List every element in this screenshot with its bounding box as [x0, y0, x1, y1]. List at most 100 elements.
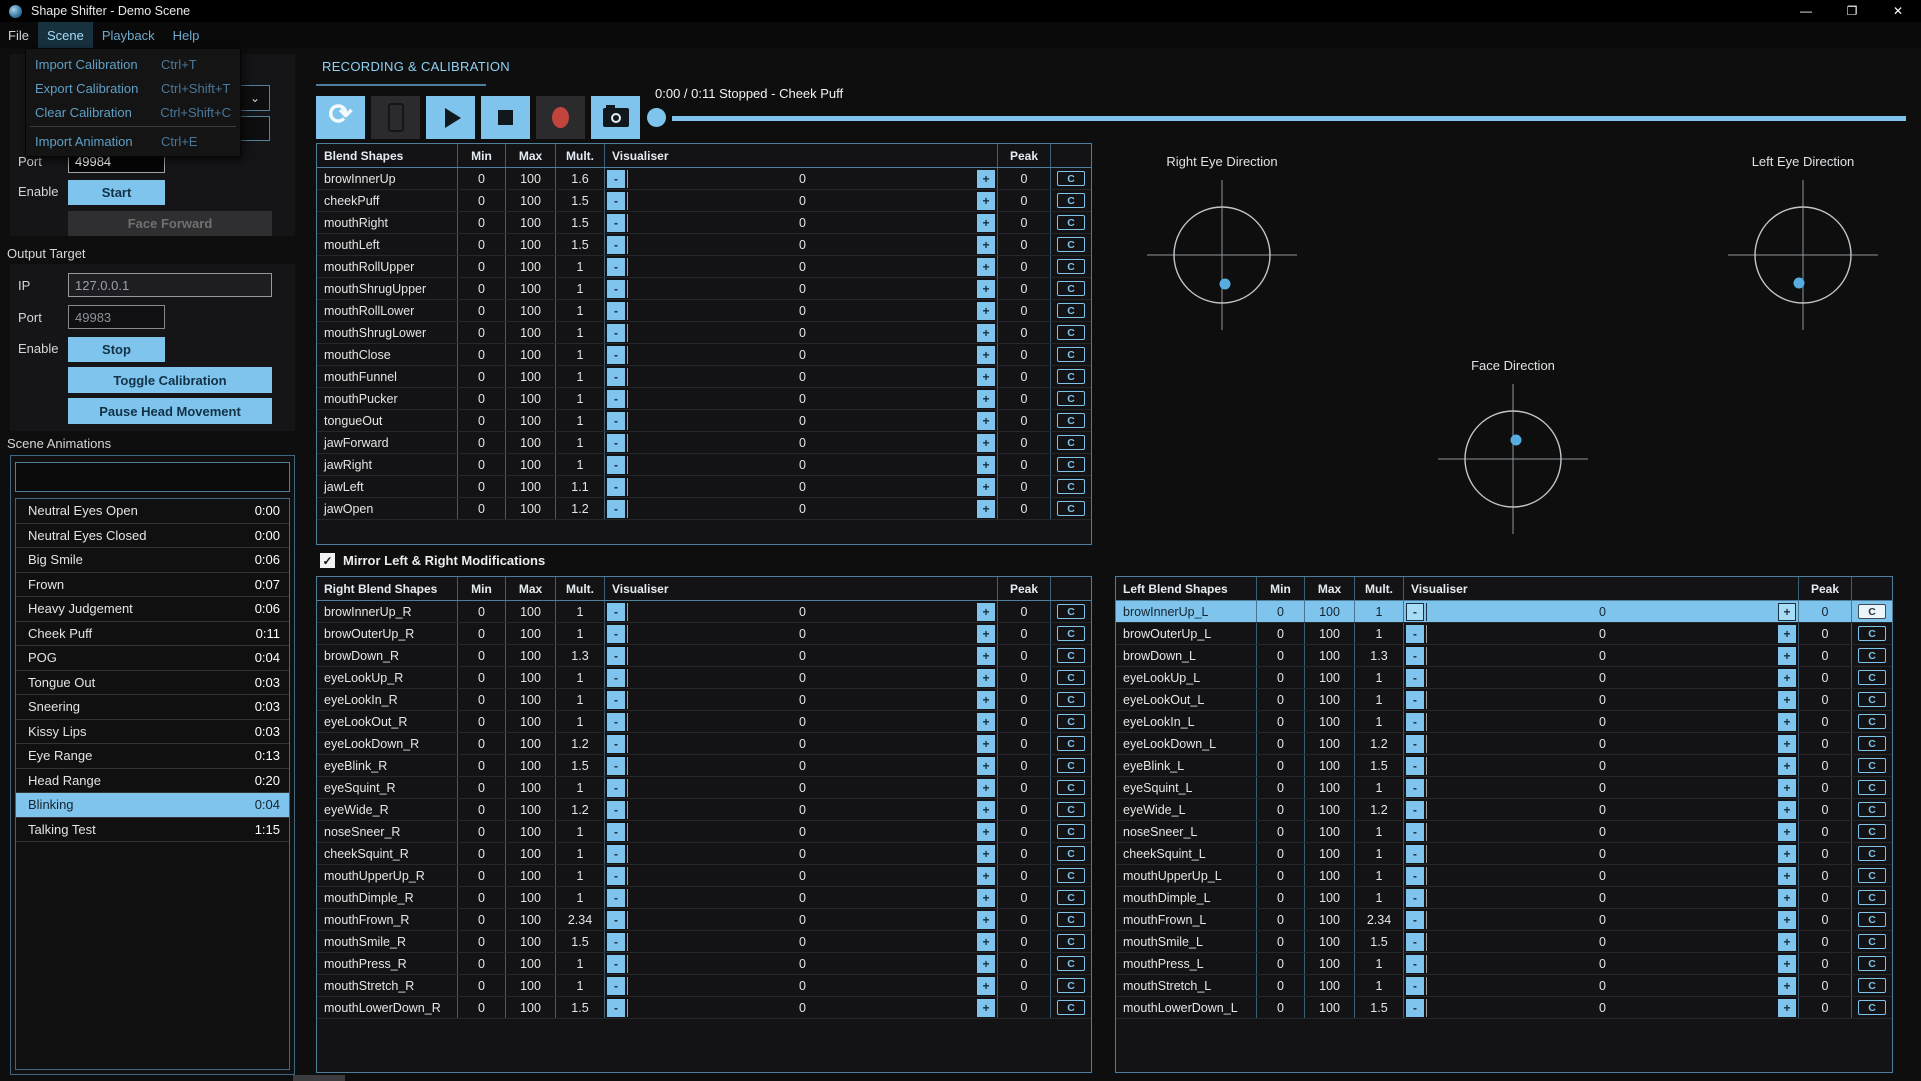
calibrate-button[interactable]: C [1057, 171, 1085, 186]
increase-button[interactable]: + [977, 735, 995, 753]
table-row[interactable]: eyeSquint_L01001-0+0C [1116, 777, 1892, 799]
increase-button[interactable]: + [1778, 713, 1796, 731]
increase-button[interactable]: + [977, 236, 995, 254]
increase-button[interactable]: + [1778, 647, 1796, 665]
increase-button[interactable]: + [1778, 691, 1796, 709]
decrease-button[interactable]: - [607, 889, 625, 907]
table-row[interactable]: mouthUpperUp_R01001-0+0C [317, 865, 1091, 887]
increase-button[interactable]: + [977, 625, 995, 643]
increase-button[interactable]: + [1778, 625, 1796, 643]
calibrate-button[interactable]: C [1057, 714, 1085, 729]
phone-button[interactable] [371, 96, 420, 139]
menu-item-import-animation[interactable]: Import AnimationCtrl+E [26, 129, 240, 153]
calibrate-button[interactable]: C [1858, 670, 1886, 685]
table-row[interactable]: cheekSquint_R01001-0+0C [317, 843, 1091, 865]
calibrate-button[interactable]: C [1057, 824, 1085, 839]
decrease-button[interactable]: - [607, 456, 625, 474]
table-row[interactable]: mouthRollLower01001-0+0C [317, 300, 1091, 322]
calibrate-button[interactable]: C [1057, 978, 1085, 993]
calibrate-button[interactable]: C [1057, 413, 1085, 428]
decrease-button[interactable]: - [1406, 889, 1424, 907]
decrease-button[interactable]: - [1406, 823, 1424, 841]
table-row[interactable]: mouthFrown_L01002.34-0+0C [1116, 909, 1892, 931]
increase-button[interactable]: + [977, 933, 995, 951]
record-button[interactable] [536, 96, 585, 139]
table-row[interactable]: browInnerUp_L01001-0+0C [1116, 601, 1892, 623]
increase-button[interactable]: + [977, 911, 995, 929]
decrease-button[interactable]: - [607, 412, 625, 430]
table-row[interactable]: mouthLowerDown_R01001.5-0+0C [317, 997, 1091, 1019]
table-row[interactable]: mouthRight01001.5-0+0C [317, 212, 1091, 234]
table-row[interactable]: jawLeft01001.1-0+0C [317, 476, 1091, 498]
table-row[interactable]: mouthStretch_R01001-0+0C [317, 975, 1091, 997]
table-row[interactable]: mouthUpperUp_L01001-0+0C [1116, 865, 1892, 887]
calibrate-button[interactable]: C [1057, 956, 1085, 971]
animation-list-item[interactable]: POG0:04 [16, 646, 289, 671]
calibrate-button[interactable]: C [1858, 824, 1886, 839]
decrease-button[interactable]: - [607, 801, 625, 819]
table-row[interactable]: eyeBlink_R01001.5-0+0C [317, 755, 1091, 777]
increase-button[interactable]: + [977, 845, 995, 863]
mirror-checkbox[interactable]: ✓ [320, 553, 335, 568]
calibrate-button[interactable]: C [1858, 912, 1886, 927]
animation-list-item[interactable]: Blinking0:04 [16, 793, 289, 818]
calibrate-button[interactable]: C [1858, 758, 1886, 773]
decrease-button[interactable]: - [607, 500, 625, 518]
calibrate-button[interactable]: C [1057, 692, 1085, 707]
menu-file[interactable]: File [0, 22, 38, 48]
decrease-button[interactable]: - [607, 434, 625, 452]
stop-button[interactable] [481, 96, 530, 139]
decrease-button[interactable]: - [607, 757, 625, 775]
animation-list-item[interactable]: Heavy Judgement0:06 [16, 597, 289, 622]
increase-button[interactable]: + [977, 434, 995, 452]
increase-button[interactable]: + [977, 889, 995, 907]
table-row[interactable]: eyeLookIn_L01001-0+0C [1116, 711, 1892, 733]
increase-button[interactable]: + [1778, 757, 1796, 775]
calibrate-button[interactable]: C [1057, 934, 1085, 949]
calibrate-button[interactable]: C [1057, 604, 1085, 619]
refresh-button[interactable]: ⟳ [316, 96, 365, 139]
table-row[interactable]: tongueOut01001-0+0C [317, 410, 1091, 432]
calibrate-button[interactable]: C [1057, 1000, 1085, 1015]
calibrate-button[interactable]: C [1858, 692, 1886, 707]
animation-list-item[interactable]: Frown0:07 [16, 573, 289, 598]
decrease-button[interactable]: - [607, 324, 625, 342]
decrease-button[interactable]: - [607, 823, 625, 841]
menu-playback[interactable]: Playback [93, 22, 164, 48]
calibrate-button[interactable]: C [1057, 237, 1085, 252]
decrease-button[interactable]: - [1406, 691, 1424, 709]
table-row[interactable]: mouthDimple_R01001-0+0C [317, 887, 1091, 909]
calibrate-button[interactable]: C [1057, 435, 1085, 450]
increase-button[interactable]: + [977, 999, 995, 1017]
restore-button[interactable]: ❐ [1829, 0, 1875, 22]
animation-list-item[interactable]: Big Smile0:06 [16, 548, 289, 573]
calibrate-button[interactable]: C [1858, 978, 1886, 993]
table-row[interactable]: jawRight01001-0+0C [317, 454, 1091, 476]
decrease-button[interactable]: - [607, 346, 625, 364]
menu-scene[interactable]: Scene [38, 22, 93, 48]
decrease-button[interactable]: - [1406, 757, 1424, 775]
increase-button[interactable]: + [977, 456, 995, 474]
table-row[interactable]: eyeBlink_L01001.5-0+0C [1116, 755, 1892, 777]
decrease-button[interactable]: - [1406, 911, 1424, 929]
animation-list-item[interactable]: Neutral Eyes Open0:00 [16, 499, 289, 524]
calibrate-button[interactable]: C [1057, 736, 1085, 751]
decrease-button[interactable]: - [607, 999, 625, 1017]
table-row[interactable]: mouthLeft01001.5-0+0C [317, 234, 1091, 256]
table-row[interactable]: mouthShrugUpper01001-0+0C [317, 278, 1091, 300]
calibrate-button[interactable]: C [1057, 890, 1085, 905]
table-row[interactable]: mouthRollUpper01001-0+0C [317, 256, 1091, 278]
table-row[interactable]: eyeLookDown_L01001.2-0+0C [1116, 733, 1892, 755]
calibrate-button[interactable]: C [1057, 281, 1085, 296]
table-row[interactable]: eyeLookOut_R01001-0+0C [317, 711, 1091, 733]
calibrate-button[interactable]: C [1057, 670, 1085, 685]
increase-button[interactable]: + [977, 302, 995, 320]
decrease-button[interactable]: - [607, 390, 625, 408]
table-row[interactable]: noseSneer_R01001-0+0C [317, 821, 1091, 843]
calibrate-button[interactable]: C [1057, 912, 1085, 927]
decrease-button[interactable]: - [1406, 647, 1424, 665]
menu-item-clear-calibration[interactable]: Clear CalibrationCtrl+Shift+C [26, 100, 240, 124]
calibrate-button[interactable]: C [1858, 868, 1886, 883]
calibrate-button[interactable]: C [1057, 325, 1085, 340]
increase-button[interactable]: + [977, 603, 995, 621]
